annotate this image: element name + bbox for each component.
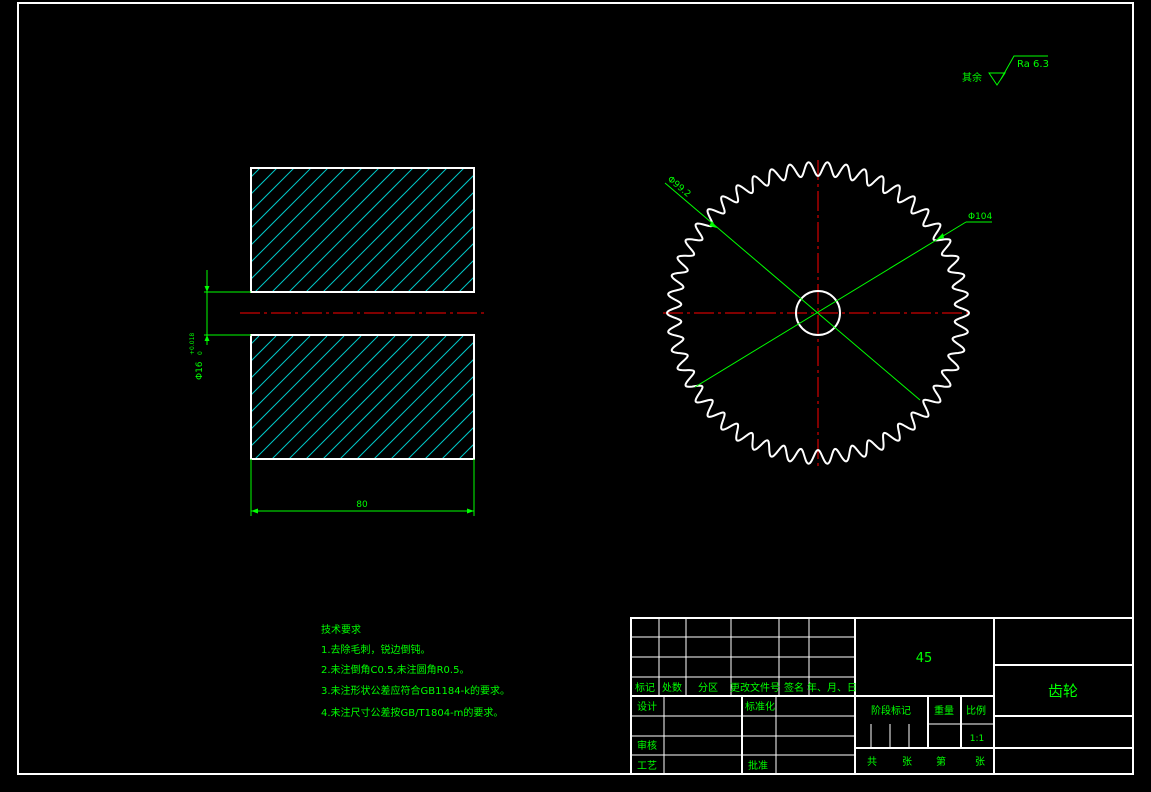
hatch-line xyxy=(254,336,379,459)
surface-finish-symbol: 其余 Ra 6.3 xyxy=(962,55,1049,86)
hatch-line xyxy=(340,168,465,291)
drawing-frame xyxy=(17,2,1134,775)
hatch-line xyxy=(323,168,448,291)
hatch-line xyxy=(272,168,397,291)
hatch-line xyxy=(252,336,362,446)
hatch-line xyxy=(510,168,634,292)
surface-finish-value: Ra 6.3 xyxy=(1017,59,1049,70)
scale-label: 比例 xyxy=(966,704,986,717)
hatch-line xyxy=(391,208,474,291)
hatch-line xyxy=(356,341,474,459)
hatch-line xyxy=(306,168,431,291)
tech-req-item: 2.未注倒角C0.5,未注圆角R0.5。 xyxy=(321,663,469,676)
hatch-line xyxy=(102,336,225,459)
section-view: Φ16 +0.018 0 80 xyxy=(102,167,634,516)
hatch-line xyxy=(252,168,312,228)
hatch-line xyxy=(252,168,295,211)
title-block-text: 标记 处数 分区 更改文件号 签名 年、月、日 设计 标准化 审核 工艺 批准 … xyxy=(635,651,1078,772)
revision-header: 分区 xyxy=(698,682,718,694)
hatch-line xyxy=(458,443,474,459)
width-dimension: 80 xyxy=(250,459,475,516)
sheet-total-label: 共 xyxy=(867,756,877,768)
hatch-line xyxy=(339,336,464,459)
hatch-line xyxy=(305,336,430,459)
revision-header: 标记 xyxy=(635,682,655,694)
tech-req-item: 4.未注尺寸公差按GB/T1804-m的要求。 xyxy=(321,706,503,719)
hatch-line xyxy=(252,168,261,177)
hatch-line xyxy=(252,168,329,245)
hatch-line xyxy=(288,336,413,459)
hatch-line xyxy=(407,392,474,459)
revision-header: 更改文件号 xyxy=(730,681,780,694)
surface-finish-prefix: 其余 xyxy=(962,71,982,84)
hatch-line xyxy=(493,336,616,459)
approval-label: 批准 xyxy=(748,759,768,772)
gear-view: Φ99.2 Φ104 xyxy=(663,160,993,468)
bore-tolerance-lower: 0 xyxy=(197,351,204,355)
hatch-line xyxy=(252,336,328,412)
tech-req-item: 3.未注形状公差应符合GB1184-k的要求。 xyxy=(321,684,510,697)
hatch-line xyxy=(373,358,474,459)
tech-req-title: 技术要求 xyxy=(321,623,361,636)
section-outline-top xyxy=(250,167,475,293)
bore-dimension: Φ16 +0.018 0 xyxy=(189,270,251,380)
width-dimension-text: 80 xyxy=(356,500,368,510)
hatch-line xyxy=(476,336,599,459)
tip-diameter-text: Φ104 xyxy=(968,212,993,222)
bore-dimension-text: Φ16 xyxy=(195,361,205,380)
revision-header: 签名 xyxy=(784,681,804,694)
standardization-label: 标准化 xyxy=(745,700,775,713)
hatch-line xyxy=(252,336,311,395)
designer-label: 设计 xyxy=(637,700,657,713)
technical-requirements: 技术要求 1.去除毛刺，锐边倒钝。 2.未注倒角C0.5,未注圆角R0.5。 3… xyxy=(321,623,510,719)
hatch-line xyxy=(252,336,277,361)
cad-drawing: 其余 Ra 6.3 Φ16 +0.018 0 80 Φ99.2 Φ104 技术要… xyxy=(17,2,1134,775)
hatch-line xyxy=(119,168,243,292)
tech-req-item: 1.去除毛刺，锐边倒钝。 xyxy=(321,643,431,656)
hatch-line xyxy=(408,225,474,291)
hatch-line xyxy=(442,259,474,291)
hatch-line xyxy=(271,336,396,459)
bore-tolerance-upper: +0.018 xyxy=(189,333,196,355)
hatch-line xyxy=(441,426,474,459)
hatch-line xyxy=(510,336,633,459)
section-outline-bottom xyxy=(250,334,475,460)
checker-label: 审核 xyxy=(637,739,657,752)
hatch-line xyxy=(424,409,474,459)
sheet-unit2-label: 张 xyxy=(975,756,985,768)
stage-label: 阶段标记 xyxy=(871,704,911,717)
hatch-line xyxy=(252,168,346,262)
hatch-line xyxy=(252,336,345,429)
hatch-line xyxy=(374,191,474,291)
root-diameter-leader: Φ99.2 xyxy=(664,175,921,401)
weight-label: 重量 xyxy=(934,704,954,717)
revision-header: 年、月、日 xyxy=(807,681,857,694)
hatch-line xyxy=(459,276,474,291)
hatch-line xyxy=(476,168,600,292)
hatch-line xyxy=(425,242,474,291)
hatch-line xyxy=(289,168,414,291)
hatch-line xyxy=(252,168,278,194)
part-name-text: 齿轮 xyxy=(1048,682,1078,700)
hatch-bottom xyxy=(102,336,633,459)
hatch-line xyxy=(322,336,447,459)
sheet-unit-label: 张 xyxy=(902,756,912,768)
hatch-line xyxy=(119,336,242,459)
roughness-triangle-icon xyxy=(988,72,1006,86)
hatch-line xyxy=(493,168,617,292)
hatch-line xyxy=(357,174,474,291)
revision-header: 处数 xyxy=(662,681,682,694)
sheet-number-label: 第 xyxy=(936,755,946,768)
hatch-line xyxy=(255,168,380,291)
material-text: 45 xyxy=(916,651,933,666)
scale-value: 1:1 xyxy=(970,734,984,744)
hatch-line xyxy=(390,375,474,459)
hatch-top xyxy=(119,168,634,292)
process-label: 工艺 xyxy=(637,760,657,772)
hatch-line xyxy=(252,168,363,279)
